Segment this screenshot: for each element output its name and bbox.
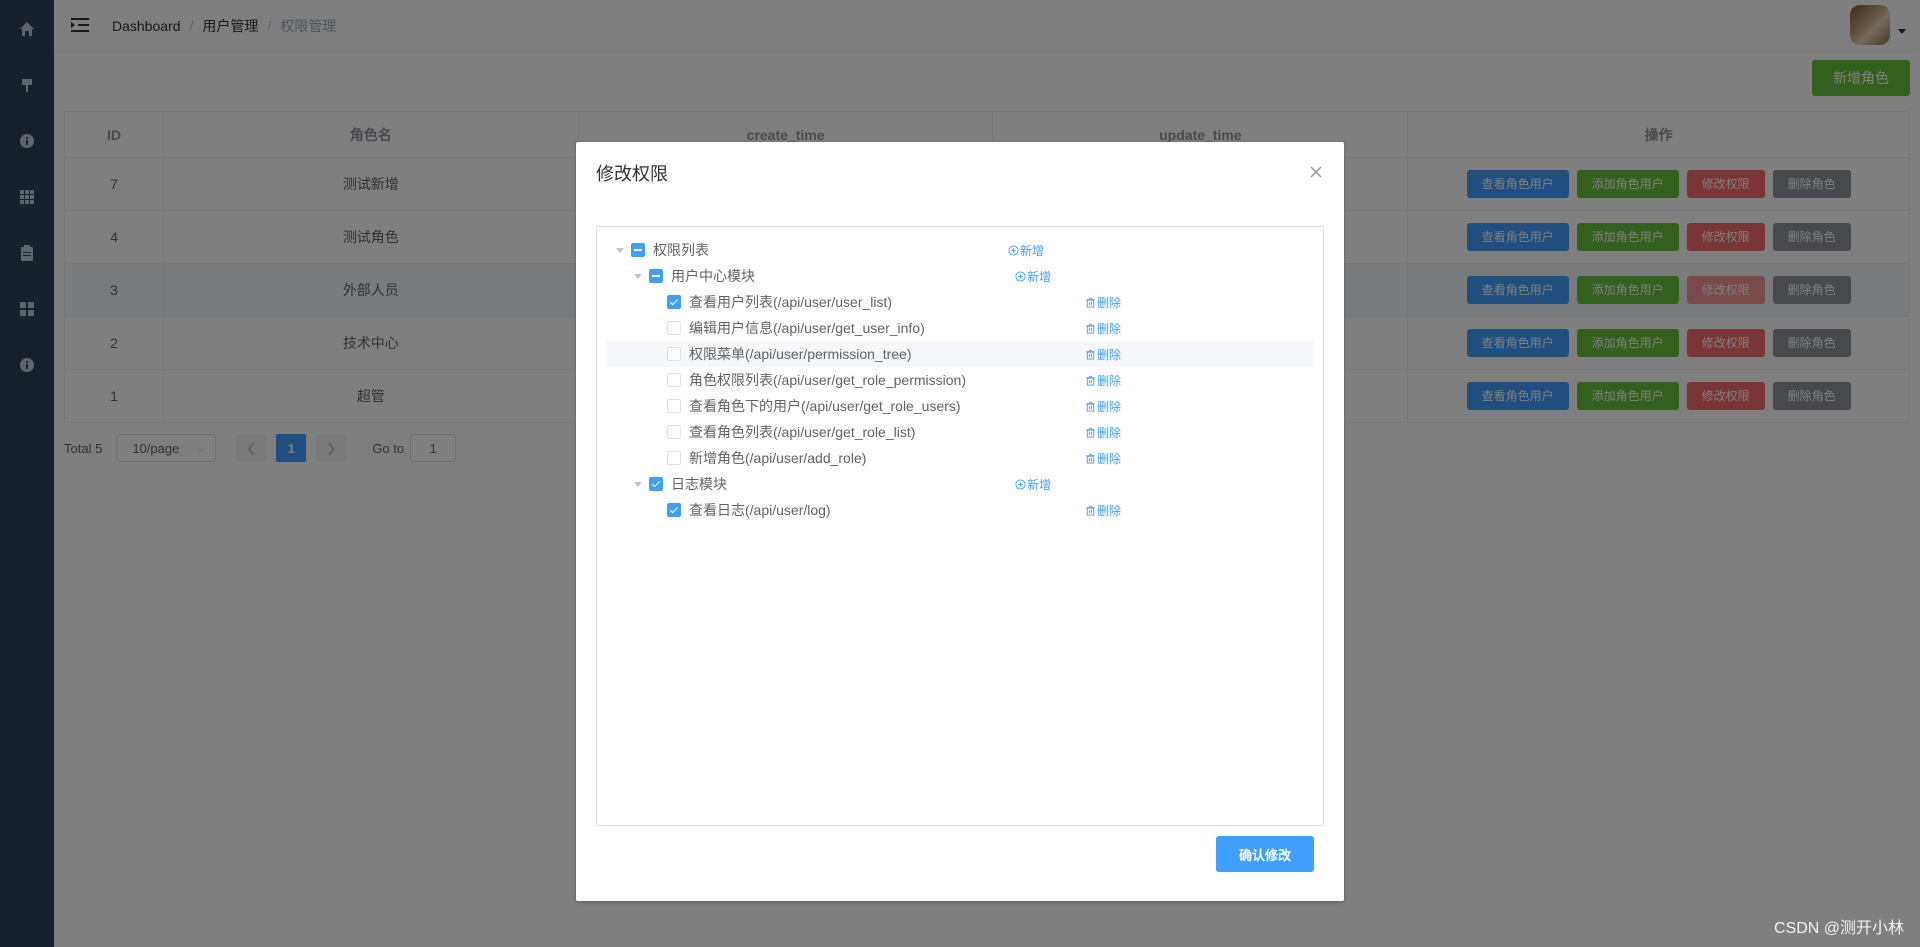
tree-checkbox[interactable] bbox=[667, 373, 681, 387]
trash-icon bbox=[1086, 323, 1095, 334]
tree-checkbox[interactable] bbox=[667, 347, 681, 361]
add-node-label: 新增 bbox=[1020, 243, 1045, 258]
tree-checkbox[interactable] bbox=[649, 269, 663, 283]
tree-node-label: 查看用户列表(/api/user/user_list) bbox=[689, 294, 893, 310]
tree-node-label: 角色权限列表(/api/user/get_role_permission) bbox=[689, 372, 966, 388]
tree-node-leaf[interactable]: 编辑用户信息(/api/user/get_user_info) 删除 bbox=[597, 315, 1323, 341]
tree-checkbox[interactable] bbox=[667, 425, 681, 439]
dialog-title: 修改权限 bbox=[596, 164, 668, 184]
plus-circle-icon bbox=[1008, 244, 1019, 256]
tree-checkbox[interactable] bbox=[649, 477, 663, 491]
delete-node-button[interactable]: 删除 bbox=[1085, 320, 1121, 337]
add-node-button[interactable]: 新增 bbox=[1015, 268, 1051, 285]
add-node-label: 新增 bbox=[1027, 269, 1052, 284]
tree-node-module[interactable]: 用户中心模块 新增 bbox=[597, 263, 1323, 289]
tree-node-leaf[interactable]: 新增角色(/api/user/add_role) 删除 bbox=[597, 445, 1323, 471]
delete-node-button[interactable]: 删除 bbox=[1085, 398, 1121, 415]
watermark: CSDN @测开小林 bbox=[1773, 920, 1904, 937]
tree-node-label: 权限列表 bbox=[653, 242, 709, 258]
add-node-button[interactable]: 新增 bbox=[1015, 476, 1051, 493]
close-icon[interactable] bbox=[1308, 164, 1324, 180]
delete-node-label: 删除 bbox=[1097, 373, 1122, 388]
delete-node-label: 删除 bbox=[1097, 503, 1122, 518]
tree-node-leaf[interactable]: 查看用户列表(/api/user/user_list) 删除 bbox=[597, 289, 1323, 315]
trash-icon bbox=[1086, 401, 1095, 412]
permission-tree: 权限列表 新增 用户中心模块 新增 查看用户列表(/api/user/user_… bbox=[596, 226, 1324, 826]
delete-node-button[interactable]: 删除 bbox=[1085, 346, 1121, 363]
caret-down-icon[interactable] bbox=[616, 247, 624, 253]
delete-node-label: 删除 bbox=[1097, 451, 1122, 466]
edit-permission-dialog: 修改权限 权限列表 新增 用户中心模块 新增 查看用户列表(/api/user/… bbox=[576, 142, 1344, 901]
tree-checkbox[interactable] bbox=[631, 243, 645, 257]
tree-node-label: 查看日志(/api/user/log) bbox=[689, 502, 831, 518]
tree-node-leaf[interactable]: 查看角色下的用户(/api/user/get_role_users) 删除 bbox=[597, 393, 1323, 419]
delete-node-label: 删除 bbox=[1097, 347, 1122, 362]
tree-node-label: 查看角色下的用户(/api/user/get_role_users) bbox=[689, 398, 961, 414]
delete-node-button[interactable]: 删除 bbox=[1085, 502, 1121, 519]
tree-node-module[interactable]: 日志模块 新增 bbox=[597, 471, 1323, 497]
add-node-label: 新增 bbox=[1027, 477, 1052, 492]
delete-node-button[interactable]: 删除 bbox=[1085, 424, 1121, 441]
tree-checkbox[interactable] bbox=[667, 321, 681, 335]
tree-node-label: 权限菜单(/api/user/permission_tree) bbox=[689, 346, 912, 362]
tree-node-label: 编辑用户信息(/api/user/get_user_info) bbox=[689, 320, 925, 336]
delete-node-label: 删除 bbox=[1097, 425, 1122, 440]
trash-icon bbox=[1086, 349, 1095, 360]
trash-icon bbox=[1086, 505, 1095, 516]
tree-node-label: 用户中心模块 bbox=[671, 268, 755, 284]
delete-node-button[interactable]: 删除 bbox=[1085, 294, 1121, 311]
tree-node-root[interactable]: 权限列表 新增 bbox=[597, 237, 1323, 263]
trash-icon bbox=[1086, 375, 1095, 386]
tree-checkbox[interactable] bbox=[667, 503, 681, 517]
delete-node-button[interactable]: 删除 bbox=[1085, 372, 1121, 389]
tree-node-label: 日志模块 bbox=[671, 476, 727, 492]
delete-node-label: 删除 bbox=[1097, 321, 1122, 336]
tree-node-leaf[interactable]: 查看角色列表(/api/user/get_role_list) 删除 bbox=[597, 419, 1323, 445]
caret-down-icon[interactable] bbox=[634, 273, 642, 279]
delete-node-label: 删除 bbox=[1097, 399, 1122, 414]
confirm-button[interactable]: 确认修改 bbox=[1216, 836, 1314, 872]
delete-node-label: 删除 bbox=[1097, 295, 1122, 310]
trash-icon bbox=[1086, 427, 1095, 438]
tree-node-label: 新增角色(/api/user/add_role) bbox=[689, 450, 867, 466]
tree-node-leaf[interactable]: 权限菜单(/api/user/permission_tree) 删除 bbox=[607, 341, 1313, 367]
tree-checkbox[interactable] bbox=[667, 451, 681, 465]
trash-icon bbox=[1086, 453, 1095, 464]
tree-checkbox[interactable] bbox=[667, 399, 681, 413]
tree-checkbox[interactable] bbox=[667, 295, 681, 309]
tree-node-label: 查看角色列表(/api/user/get_role_list) bbox=[689, 424, 916, 440]
tree-node-leaf[interactable]: 角色权限列表(/api/user/get_role_permission) 删除 bbox=[597, 367, 1323, 393]
add-node-button[interactable]: 新增 bbox=[1008, 242, 1044, 259]
caret-down-icon[interactable] bbox=[634, 481, 642, 487]
trash-icon bbox=[1086, 297, 1095, 308]
delete-node-button[interactable]: 删除 bbox=[1085, 450, 1121, 467]
tree-node-leaf[interactable]: 查看日志(/api/user/log) 删除 bbox=[597, 497, 1323, 523]
plus-circle-icon bbox=[1015, 478, 1026, 490]
plus-circle-icon bbox=[1015, 270, 1026, 282]
